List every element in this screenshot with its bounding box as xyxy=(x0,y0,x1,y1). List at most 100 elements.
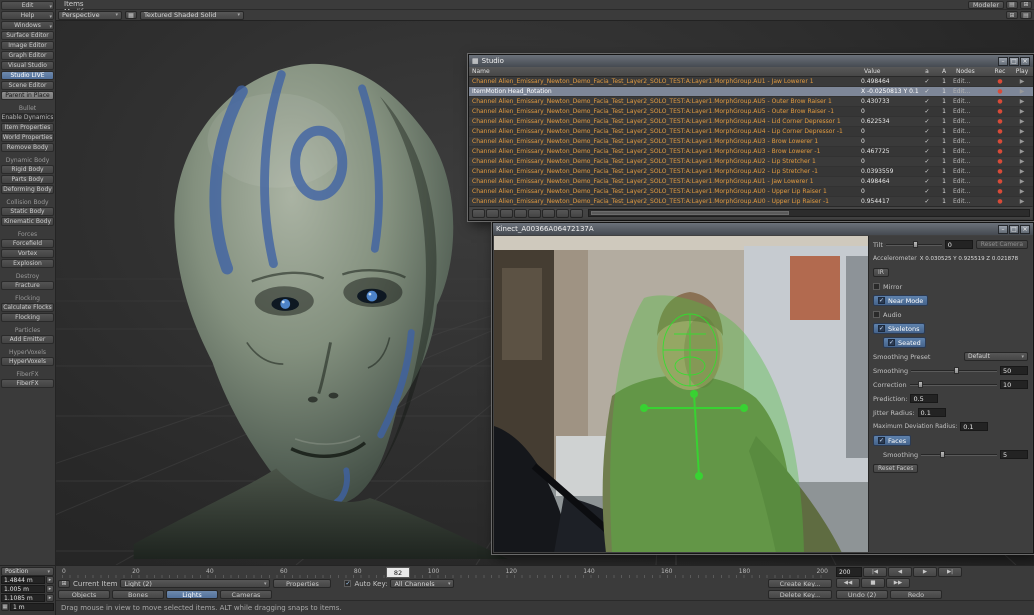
channel-value[interactable]: 0 xyxy=(861,188,919,195)
sidebar-item[interactable]: Static Body ▾ xyxy=(1,207,54,216)
current-item-dropdown[interactable]: Light (2) ▾ xyxy=(120,579,270,588)
channel-edit-button[interactable]: Edit... xyxy=(953,98,989,105)
record-icon[interactable]: ● xyxy=(989,98,1011,105)
channel-enabled-check-icon[interactable]: ✓ xyxy=(919,88,935,95)
sidebar-item[interactable]: Visual Studio ▾ xyxy=(1,61,54,70)
play-icon[interactable]: ▶ xyxy=(1011,158,1033,165)
seated-checkbox[interactable]: ✓ xyxy=(888,339,895,346)
channel-value[interactable]: 0.430733 xyxy=(861,98,919,105)
near-mode-checkbox[interactable]: ✓ xyxy=(878,297,885,304)
reset-camera-button[interactable]: Reset Camera xyxy=(976,240,1028,249)
skeletons-checkbox[interactable]: ✓ xyxy=(878,325,885,332)
edit-mode-button[interactable]: Cameras xyxy=(220,590,272,599)
channel-edit-button[interactable]: Edit... xyxy=(953,198,989,205)
sidebar-item[interactable]: Graph Editor ▾ xyxy=(1,51,54,60)
record-icon[interactable]: ● xyxy=(989,88,1011,95)
item-list-icon[interactable]: ⊞ xyxy=(58,580,70,588)
studio-toolbar-button-1[interactable] xyxy=(472,209,485,218)
near-mode-toggle[interactable]: ✓ Near Mode xyxy=(873,295,928,306)
sidebar-item[interactable]: Studio LIVE ▾ xyxy=(1,71,54,80)
studio-channel-row[interactable]: Channel Alien_Emissary_Newton_Demo_Facia… xyxy=(469,167,1033,177)
channel-edit-button[interactable]: Edit... xyxy=(953,78,989,85)
channel-value[interactable]: 0.622534 xyxy=(861,118,919,125)
faces-smoothing-slider[interactable] xyxy=(921,450,997,459)
prediction-value-field[interactable]: 0.5 xyxy=(910,394,938,403)
column-header[interactable]: Play xyxy=(1011,68,1033,75)
record-icon[interactable]: ● xyxy=(989,78,1011,85)
channel-value[interactable]: 0 xyxy=(861,158,919,165)
channel-edit-button[interactable]: Edit... xyxy=(953,138,989,145)
maximize-button[interactable]: □ xyxy=(1009,225,1019,234)
y-spinner[interactable]: ▸ xyxy=(46,585,54,593)
channel-value[interactable]: 0 xyxy=(861,128,919,135)
play-icon[interactable]: ▶ xyxy=(1011,78,1033,85)
shading-mode-icon[interactable]: ▦ xyxy=(125,11,137,19)
transport-button[interactable]: ◀◀ xyxy=(836,578,860,588)
reset-faces-button[interactable]: Reset Faces xyxy=(873,464,918,473)
channel-enabled-check-icon[interactable]: ✓ xyxy=(919,178,935,185)
record-icon[interactable]: ● xyxy=(989,178,1011,185)
play-icon[interactable]: ▶ xyxy=(1011,118,1033,125)
faces-toggle[interactable]: ✓ Faces xyxy=(873,435,911,446)
tilt-slider[interactable] xyxy=(886,240,942,249)
channel-enabled-check-icon[interactable]: ✓ xyxy=(919,98,935,105)
channel-edit-button[interactable]: Edit... xyxy=(953,168,989,175)
transport-button[interactable]: |◀ xyxy=(863,567,887,577)
edit-mode-button[interactable]: Objects xyxy=(58,590,110,599)
skeletons-toggle[interactable]: ✓ Skeletons xyxy=(873,323,925,334)
sidebar-item[interactable]: Deforming Body ▾ xyxy=(1,185,54,194)
scrollbar-thumb[interactable] xyxy=(591,211,789,215)
smoothing-slider[interactable] xyxy=(911,366,997,375)
channel-value[interactable]: 0 xyxy=(861,138,919,145)
studio-toolbar-button-2[interactable] xyxy=(486,209,499,218)
maximize-viewport-icon[interactable]: ⊞ xyxy=(1006,11,1018,19)
z-spinner[interactable]: ▸ xyxy=(46,594,54,602)
play-icon[interactable]: ▶ xyxy=(1011,88,1033,95)
studio-channel-row[interactable]: Channel Alien_Emissary_Newton_Demo_Facia… xyxy=(469,137,1033,147)
sidebar-item[interactable]: Surface Editor ▾ xyxy=(1,31,54,40)
close-button[interactable]: × xyxy=(1020,225,1030,234)
sidebar-item[interactable]: Windows ▾ xyxy=(1,21,54,30)
record-icon[interactable]: ● xyxy=(989,138,1011,145)
column-header[interactable]: Rec xyxy=(989,68,1011,75)
column-header[interactable]: A xyxy=(935,68,953,75)
sidebar-item[interactable]: Rigid Body ▾ xyxy=(1,165,54,174)
channel-enabled-check-icon[interactable]: ✓ xyxy=(919,78,935,85)
faces-checkbox[interactable]: ✓ xyxy=(878,437,885,444)
channel-edit-button[interactable]: Edit... xyxy=(953,118,989,125)
seated-toggle[interactable]: ✓ Seated xyxy=(883,337,926,348)
menu-tab[interactable]: Items xyxy=(58,0,118,8)
kinect-titlebar[interactable]: Kinect_A00366A06472137A – □ × xyxy=(493,223,1033,235)
sidebar-item[interactable]: Kinematic Body ▾ xyxy=(1,217,54,226)
create-key-button[interactable]: Create Key... xyxy=(768,579,832,588)
sidebar-item[interactable]: Enable Dynamics ▾ xyxy=(1,113,54,122)
channel-value[interactable]: 0.467725 xyxy=(861,148,919,155)
sidebar-item[interactable]: HyperVoxels ▾ xyxy=(1,357,54,366)
correction-slider[interactable] xyxy=(910,380,997,389)
studio-channel-row[interactable]: Channel Alien_Emissary_Newton_Demo_Facia… xyxy=(469,97,1033,107)
play-icon[interactable]: ▶ xyxy=(1011,98,1033,105)
play-icon[interactable]: ▶ xyxy=(1011,178,1033,185)
timeline-ruler[interactable]: 020406080100120140160180200 82 xyxy=(56,565,834,578)
channel-enabled-check-icon[interactable]: ✓ xyxy=(919,128,935,135)
smoothing-preset-dropdown[interactable]: Default ▾ xyxy=(964,352,1028,361)
channel-value[interactable]: 0.0393559 xyxy=(861,168,919,175)
play-icon[interactable]: ▶ xyxy=(1011,168,1033,175)
channel-edit-button[interactable]: Edit... xyxy=(953,88,989,95)
studio-channel-row[interactable]: Channel Alien_Emissary_Newton_Demo_Facia… xyxy=(469,117,1033,127)
channel-enabled-check-icon[interactable]: ✓ xyxy=(919,138,935,145)
minimize-button[interactable]: – xyxy=(998,225,1008,234)
studio-toolbar-button-8[interactable] xyxy=(570,209,583,218)
studio-horizontal-scrollbar[interactable] xyxy=(588,209,1030,217)
studio-toolbar-button-6[interactable] xyxy=(542,209,555,218)
channel-edit-button[interactable]: Edit... xyxy=(953,128,989,135)
studio-channel-row[interactable]: Channel Alien_Emissary_Newton_Demo_Facia… xyxy=(469,107,1033,117)
correction-value-field[interactable]: 10 xyxy=(1000,380,1028,389)
column-header[interactable]: Value xyxy=(861,68,919,75)
pane-split-icon[interactable]: ⊞ xyxy=(1020,1,1032,9)
sidebar-item[interactable]: FiberFX ▾ xyxy=(1,379,54,388)
channel-value[interactable]: 0.498464 xyxy=(861,78,919,85)
record-icon[interactable]: ● xyxy=(989,108,1011,115)
sidebar-item[interactable]: Fracture ▾ xyxy=(1,281,54,290)
ir-button[interactable]: IR xyxy=(873,268,889,277)
